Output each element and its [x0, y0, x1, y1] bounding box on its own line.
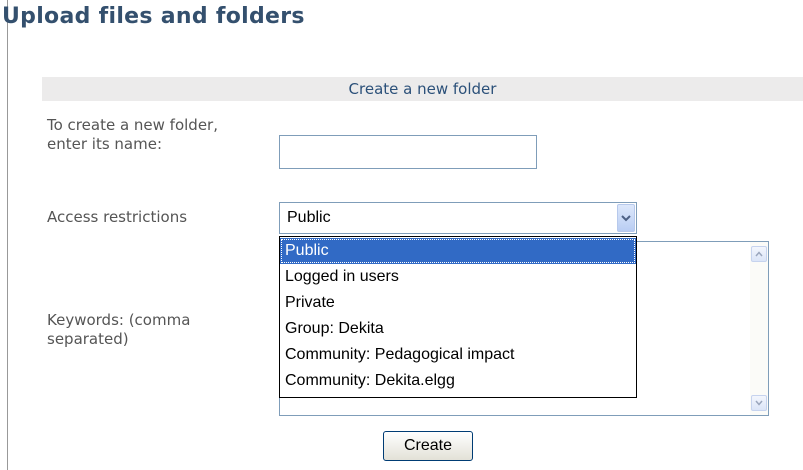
dropdown-option-private[interactable]: Private: [280, 290, 636, 316]
page-title: Upload files and folders: [2, 4, 305, 29]
section-header: Create a new folder: [42, 77, 803, 101]
access-restrictions-label: Access restrictions: [47, 208, 188, 226]
scroll-up-arrow-icon: [755, 251, 763, 257]
scroll-down-arrow-icon: [755, 400, 763, 406]
access-selected-value: Public: [287, 209, 331, 226]
access-dropdown-list[interactable]: Public Logged in users Private Group: De…: [279, 236, 637, 398]
folder-name-input[interactable]: [279, 135, 537, 169]
dropdown-option-logged-in-users[interactable]: Logged in users: [280, 264, 636, 290]
dropdown-option-community-dekita-elgg[interactable]: Community: Dekita.elgg: [280, 368, 636, 394]
folder-name-label: To create a new folder, enter its name:: [47, 116, 218, 153]
keywords-scrollbar[interactable]: [750, 242, 768, 415]
dropdown-option-public[interactable]: Public: [280, 238, 636, 264]
keywords-label: Keywords: (comma separated): [47, 311, 191, 348]
left-border-rule: [7, 0, 8, 470]
dropdown-option-group-dekita[interactable]: Group: Dekita: [280, 316, 636, 342]
create-button[interactable]: Create: [383, 431, 473, 461]
scroll-down-button[interactable]: [751, 395, 767, 411]
scroll-up-button[interactable]: [751, 246, 767, 262]
dropdown-arrow-button[interactable]: [617, 204, 635, 232]
access-restrictions-select[interactable]: Public: [279, 202, 637, 234]
dropdown-option-community-pedagogical-impact[interactable]: Community: Pedagogical impact: [280, 342, 636, 368]
chevron-down-icon: [621, 215, 631, 222]
